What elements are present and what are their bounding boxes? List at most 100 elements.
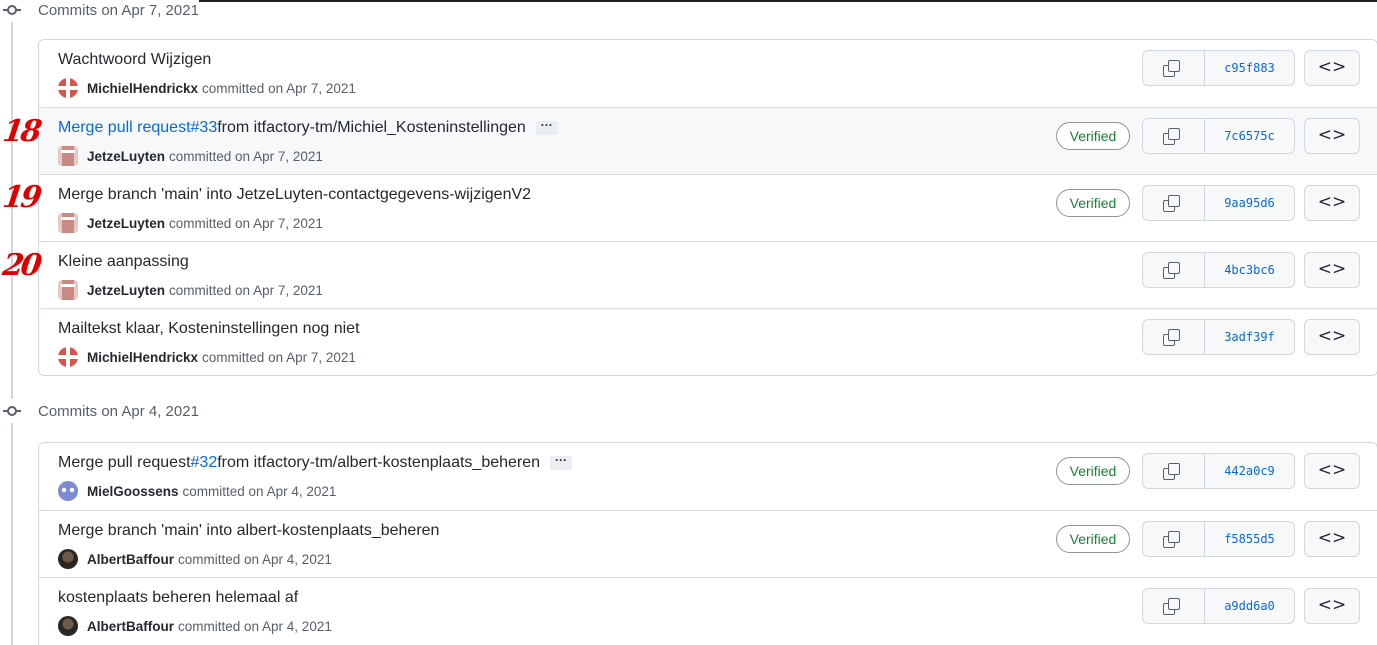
commit-title-rest[interactable]: from itfactory-tm/Michiel_Kosteninstelli…	[217, 119, 526, 137]
commit-date: committed on Apr 4, 2021	[182, 483, 337, 499]
git-commit-icon	[0, 399, 24, 423]
commit-meta: JetzeLuyten committed on Apr 7, 2021	[58, 280, 323, 300]
avatar[interactable]	[58, 347, 78, 367]
commit-meta: AlbertBaffour committed on Apr 4, 2021	[58, 616, 332, 636]
commit-title[interactable]: Wachtwoord Wijzigen	[58, 51, 211, 69]
verified-badge[interactable]: Verified	[1056, 525, 1130, 553]
commit-date: committed on Apr 4, 2021	[178, 551, 332, 567]
pr-link[interactable]: #33	[191, 119, 218, 137]
timeline-line	[11, 14, 13, 645]
avatar[interactable]	[58, 146, 78, 166]
copy-sha-button[interactable]	[1143, 522, 1205, 556]
browse-code-button[interactable]: <>	[1304, 252, 1360, 288]
commit-date: committed on Apr 7, 2021	[202, 349, 356, 365]
copy-sha-button[interactable]	[1143, 589, 1205, 623]
sha-button-group: 3adf39f	[1142, 319, 1295, 355]
commit-title[interactable]: Merge branch 'main' into JetzeLuyten-con…	[58, 186, 531, 204]
browse-code-button[interactable]: <>	[1304, 453, 1360, 489]
commit-title-text[interactable]: Merge pull request	[58, 454, 191, 472]
commit-title-link[interactable]: Merge pull request	[58, 119, 191, 137]
sha-button-group: 4bc3bc6	[1142, 252, 1295, 288]
commit-sha-link[interactable]: a9dd6a0	[1205, 589, 1294, 623]
copy-sha-button[interactable]	[1143, 119, 1205, 153]
commit-title[interactable]: kostenplaats beheren helemaal af	[58, 589, 298, 607]
avatar[interactable]	[58, 481, 78, 501]
author-link[interactable]: AlbertBaffour	[87, 619, 174, 634]
commit-title-text[interactable]: Wachtwoord Wijzigen	[58, 51, 211, 69]
top-border	[0, 0, 1377, 2]
commit-title[interactable]: Mailtekst klaar, Kosteninstellingen nog …	[58, 320, 360, 338]
sha-button-group: f5855d5	[1142, 521, 1295, 557]
avatar[interactable]	[58, 549, 78, 569]
commit-sha-link[interactable]: 9aa95d6	[1205, 186, 1294, 220]
pr-link[interactable]: #32	[191, 454, 218, 472]
commit-title-text[interactable]: kostenplaats beheren helemaal af	[58, 589, 298, 607]
avatar[interactable]	[58, 78, 78, 98]
copy-icon	[1163, 463, 1181, 481]
annotation-number: 20	[0, 248, 42, 283]
avatar[interactable]	[58, 213, 78, 233]
browse-code-button[interactable]: <>	[1304, 588, 1360, 624]
author-link[interactable]: JetzeLuyten	[87, 149, 165, 164]
git-commit-icon	[0, 0, 24, 22]
copy-icon	[1163, 262, 1181, 280]
commit-title[interactable]: Kleine aanpassing	[58, 253, 189, 271]
copy-icon	[1163, 329, 1181, 347]
avatar[interactable]	[58, 280, 78, 300]
commit-sha-link[interactable]: c95f883	[1205, 51, 1294, 85]
author-link[interactable]: JetzeLuyten	[87, 216, 165, 231]
commit-title-text[interactable]: Merge branch 'main' into JetzeLuyten-con…	[58, 186, 531, 204]
group-title: Commits on Apr 4, 2021	[38, 402, 199, 420]
commit-group-header: Commits on Apr 4, 2021	[0, 399, 199, 423]
group-title: Commits on Apr 7, 2021	[38, 1, 199, 19]
commit-sha-link[interactable]: 3adf39f	[1205, 320, 1294, 354]
commit-sha-link[interactable]: 7c6575c	[1205, 119, 1294, 153]
copy-sha-button[interactable]	[1143, 186, 1205, 220]
expand-message-button[interactable]: ···	[550, 454, 573, 470]
copy-icon	[1163, 128, 1181, 146]
avatar[interactable]	[58, 616, 78, 636]
commit-title-text[interactable]: Kleine aanpassing	[58, 253, 189, 271]
browse-code-button[interactable]: <>	[1304, 521, 1360, 557]
commit-sha-link[interactable]: f5855d5	[1205, 522, 1294, 556]
author-link[interactable]: AlbertBaffour	[87, 552, 174, 567]
commit-row: Wachtwoord Wijzigen MichielHendrickx com…	[39, 40, 1377, 107]
annotation-number: 19	[0, 180, 42, 215]
commit-row: Merge pull request #32 from itfactory-tm…	[39, 443, 1377, 510]
browse-code-button[interactable]: <>	[1304, 50, 1360, 86]
commit-title-text[interactable]: Mailtekst klaar, Kosteninstellingen nog …	[58, 320, 360, 338]
browse-code-button[interactable]: <>	[1304, 185, 1360, 221]
copy-icon	[1163, 195, 1181, 213]
browse-code-button[interactable]: <>	[1304, 319, 1360, 355]
annotation-number: 18	[0, 114, 42, 149]
verified-badge[interactable]: Verified	[1056, 189, 1130, 217]
commit-meta: AlbertBaffour committed on Apr 4, 2021	[58, 549, 332, 569]
sha-button-group: 442a0c9	[1142, 453, 1295, 489]
verified-badge[interactable]: Verified	[1056, 457, 1130, 485]
commit-meta: MichielHendrickx committed on Apr 7, 202…	[58, 78, 356, 98]
sha-button-group: c95f883	[1142, 50, 1295, 86]
author-link[interactable]: JetzeLuyten	[87, 283, 165, 298]
copy-sha-button[interactable]	[1143, 320, 1205, 354]
commit-title[interactable]: Merge branch 'main' into albert-kostenpl…	[58, 522, 439, 540]
commit-list: Wachtwoord Wijzigen MichielHendrickx com…	[38, 39, 1377, 376]
commit-date: committed on Apr 7, 2021	[169, 282, 323, 298]
commit-group-header: Commits on Apr 7, 2021	[0, 0, 199, 22]
author-link[interactable]: MichielHendrickx	[87, 350, 198, 365]
copy-sha-button[interactable]	[1143, 454, 1205, 488]
verified-badge[interactable]: Verified	[1056, 122, 1130, 150]
copy-sha-button[interactable]	[1143, 253, 1205, 287]
copy-sha-button[interactable]	[1143, 51, 1205, 85]
author-link[interactable]: MichielHendrickx	[87, 81, 198, 96]
commit-sha-link[interactable]: 4bc3bc6	[1205, 253, 1294, 287]
commit-date: committed on Apr 4, 2021	[178, 618, 332, 634]
expand-message-button[interactable]: ···	[535, 119, 558, 135]
author-link[interactable]: MielGoossens	[87, 484, 179, 499]
commit-meta: MichielHendrickx committed on Apr 7, 202…	[58, 347, 356, 367]
commit-row: Kleine aanpassing JetzeLuyten committed …	[39, 241, 1377, 308]
browse-code-button[interactable]: <>	[1304, 118, 1360, 154]
commit-date: committed on Apr 7, 2021	[169, 148, 323, 164]
commit-title-rest[interactable]: from itfactory-tm/albert-kostenplaats_be…	[217, 454, 540, 472]
commit-title-text[interactable]: Merge branch 'main' into albert-kostenpl…	[58, 522, 439, 540]
commit-sha-link[interactable]: 442a0c9	[1205, 454, 1294, 488]
